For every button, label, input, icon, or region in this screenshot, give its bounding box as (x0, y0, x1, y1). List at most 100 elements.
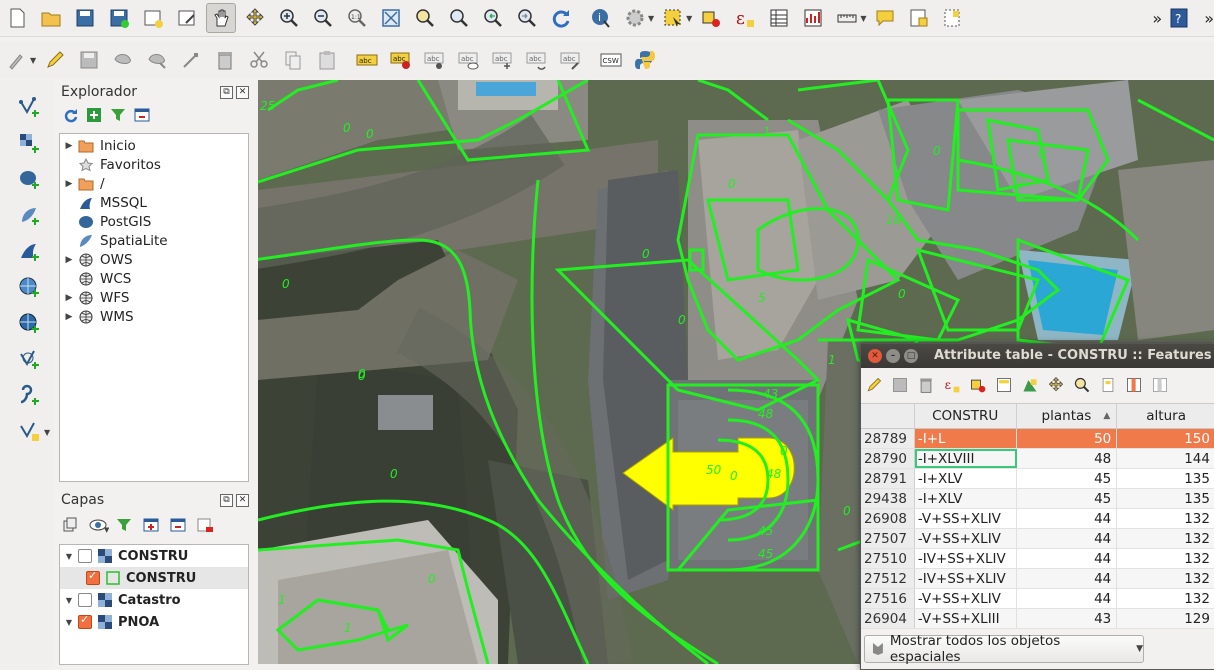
table-row[interactable]: 26908 -V+SS+XLIV 44 132 (861, 509, 1214, 529)
toolbar-overflow-icon[interactable]: » (1152, 9, 1162, 28)
move-feature-icon[interactable] (142, 45, 172, 75)
new-shapefile-icon[interactable] (14, 416, 44, 446)
altura-cell[interactable]: 135 (1117, 489, 1214, 508)
add-spatialite-layer-icon[interactable] (14, 200, 44, 230)
add-wfs-layer-icon[interactable] (14, 344, 44, 374)
select-features-icon[interactable] (658, 3, 688, 33)
close-window-icon[interactable]: ✕ (868, 349, 882, 363)
show-bookmarks-icon[interactable] (938, 3, 968, 33)
zoom-last-icon[interactable] (478, 3, 508, 33)
expand-arrow-icon[interactable]: ▶ (60, 293, 78, 303)
explorer-item[interactable]: SpatiaLite (60, 231, 168, 250)
explorer-item[interactable]: Favoritos (60, 155, 161, 174)
collapse-all-icon[interactable] (170, 517, 186, 533)
column-header-altura[interactable]: altura (1117, 404, 1214, 428)
row-id-cell[interactable]: 28790 (861, 449, 915, 468)
explorer-item[interactable]: ▶ Inicio (60, 136, 136, 155)
toolbar-overflow-icon-2[interactable]: » (1204, 9, 1214, 28)
constru-cell[interactable]: -V+SS+XLIV (915, 509, 1017, 528)
toggle-editing-icon[interactable] (863, 374, 885, 396)
explorer-item[interactable]: ▶ WFS (60, 288, 130, 307)
table-row[interactable]: 28790 -I+XLVIII 48 144 (861, 449, 1214, 469)
add-vector-layer-icon[interactable] (14, 92, 44, 122)
plantas-cell[interactable]: 44 (1017, 589, 1118, 608)
save-layer-edits-icon[interactable] (74, 45, 104, 75)
row-id-cell[interactable]: 29438 (861, 489, 915, 508)
zoom-to-layer-icon[interactable] (444, 3, 474, 33)
zoom-to-selected-icon[interactable] (1071, 374, 1093, 396)
column-header-constru[interactable]: CONSTRU (915, 404, 1017, 428)
map-tips-icon[interactable] (870, 3, 900, 33)
plantas-cell[interactable]: 45 (1017, 469, 1118, 488)
table-row[interactable]: 28789 -I+L 50 150 (861, 429, 1214, 449)
save-project-icon[interactable] (70, 3, 100, 33)
column-header-plantas[interactable]: plantas ▲ (1017, 404, 1118, 428)
python-console-icon[interactable] (630, 45, 660, 75)
delete-column-icon[interactable] (1149, 374, 1171, 396)
float-panel-icon[interactable]: ⧉ (220, 86, 233, 99)
altura-cell[interactable]: 135 (1117, 469, 1214, 488)
csw-icon[interactable]: CSW (596, 45, 626, 75)
new-layer-dropdown-icon[interactable]: ▼ (44, 428, 50, 437)
filter-icon[interactable] (110, 107, 126, 123)
add-feature-icon[interactable] (108, 45, 138, 75)
add-raster-layer-icon[interactable] (14, 128, 44, 158)
expand-arrow-icon[interactable]: ▶ (60, 179, 78, 189)
open-layer-styling-icon[interactable] (62, 517, 78, 533)
highlight-pinned-labels-icon[interactable]: abc (386, 45, 416, 75)
delete-selected-features-icon[interactable] (915, 374, 937, 396)
altura-cell[interactable]: 144 (1117, 449, 1214, 468)
collapse-all-icon[interactable] (134, 107, 150, 123)
open-project-icon[interactable] (36, 3, 66, 33)
new-print-composer-icon[interactable] (138, 3, 168, 33)
explorer-item[interactable]: ▶ OWS (60, 250, 133, 269)
expand-arrow-icon[interactable]: ▼ (60, 596, 78, 605)
constru-cell[interactable]: -V+SS+XLIV (915, 589, 1017, 608)
new-column-icon[interactable] (1123, 374, 1145, 396)
constru-cell[interactable]: -V+SS+XLIV (915, 529, 1017, 548)
altura-cell[interactable]: 132 (1117, 529, 1214, 548)
expand-arrow-icon[interactable]: ▼ (60, 552, 78, 561)
layer-visibility-checkbox[interactable] (78, 593, 92, 607)
run-feature-action-icon[interactable] (620, 3, 650, 33)
cut-features-icon[interactable] (244, 45, 274, 75)
altura-cell[interactable]: 132 (1117, 509, 1214, 528)
visibility-eye-icon[interactable]: ▼ (89, 517, 110, 534)
row-id-cell[interactable]: 27510 (861, 549, 915, 568)
plantas-cell[interactable]: 48 (1017, 449, 1118, 468)
identify-icon[interactable]: i (586, 3, 616, 33)
current-edits-icon[interactable] (2, 45, 32, 75)
plantas-cell[interactable]: 45 (1017, 489, 1118, 508)
toggle-editing-icon[interactable] (40, 45, 70, 75)
plantas-cell[interactable]: 44 (1017, 529, 1118, 548)
explorer-item[interactable]: PostGIS (60, 212, 151, 231)
row-id-cell[interactable]: 28789 (861, 429, 915, 448)
table-row[interactable]: 26904 -V+SS+XLIII 43 129 (861, 609, 1214, 629)
constru-cell[interactable]: -I+XLV (915, 469, 1017, 488)
copy-features-icon[interactable] (278, 45, 308, 75)
refresh-icon[interactable] (62, 107, 78, 123)
new-bookmark-icon[interactable] (904, 3, 934, 33)
layer-visibility-checkbox[interactable] (78, 549, 92, 563)
plantas-cell[interactable]: 43 (1017, 609, 1118, 628)
expand-all-icon[interactable] (143, 517, 159, 533)
composer-manager-icon[interactable] (172, 3, 202, 33)
close-panel-icon[interactable]: ✕ (236, 494, 249, 507)
refresh-icon[interactable] (546, 3, 576, 33)
zoom-actual-size-icon[interactable]: 1:1 (342, 3, 372, 33)
layer-visibility-checkbox[interactable] (86, 569, 100, 585)
altura-cell[interactable]: 129 (1117, 609, 1214, 628)
layer-item[interactable]: ▼ PNOA (60, 611, 248, 633)
float-panel-icon[interactable]: ⧉ (220, 494, 233, 507)
paste-features-icon[interactable] (312, 45, 342, 75)
add-wms-layer-icon[interactable] (14, 272, 44, 302)
invert-selection-icon[interactable] (1019, 374, 1041, 396)
node-tool-icon[interactable] (176, 45, 206, 75)
expand-arrow-icon[interactable]: ▼ (60, 618, 78, 627)
constru-cell[interactable]: -I+XLVIII (914, 449, 1017, 468)
table-row[interactable]: 27516 -V+SS+XLIV 44 132 (861, 589, 1214, 609)
layer-item[interactable]: ▼ Catastro (60, 589, 248, 611)
minimize-window-icon[interactable]: – (886, 349, 900, 363)
table-row[interactable]: 27507 -V+SS+XLIV 44 132 (861, 529, 1214, 549)
select-by-expression-icon[interactable]: ε (730, 3, 760, 33)
